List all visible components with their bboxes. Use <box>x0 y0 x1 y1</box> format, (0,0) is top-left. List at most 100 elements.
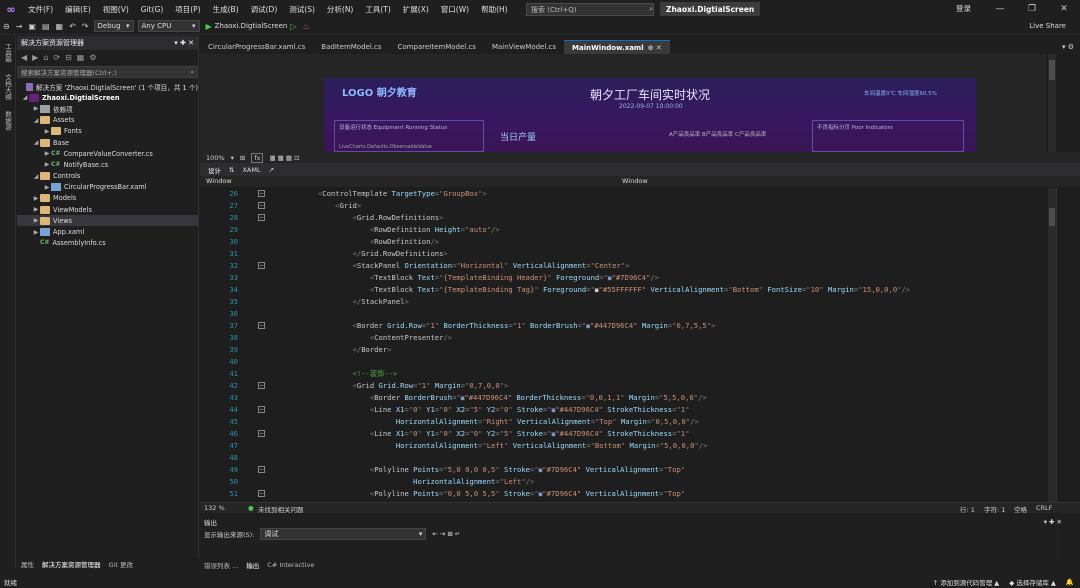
search-input[interactable]: 搜索 (Ctrl+Q) ⌕ <box>526 3 654 16</box>
fold-toggle-icon[interactable]: − <box>258 322 265 329</box>
fold-toggle-icon[interactable]: − <box>258 430 265 437</box>
grid-icon[interactable]: ⊞ <box>240 154 245 162</box>
xaml-view-tab[interactable]: XAML <box>242 166 260 174</box>
menu-item[interactable]: 文件(F) <box>22 4 59 15</box>
fold-toggle-icon[interactable]: − <box>258 382 265 389</box>
code-editor[interactable]: 26 27 28 29 30 31 32 33 34 35 36 37 38 39 40 41 42 43 44 45… <box>200 188 1046 502</box>
back-icon[interactable]: ◀ <box>21 53 27 62</box>
chevron-down-icon[interactable]: ▾ <box>231 154 234 162</box>
design-view-tab[interactable]: 设计 <box>208 165 221 175</box>
expand-icon[interactable]: ▶ <box>43 150 51 157</box>
menu-item[interactable]: 扩展(X) <box>397 4 435 15</box>
collapse-icon[interactable]: ⊟ <box>65 53 72 62</box>
designer-zoom[interactable]: 100% <box>206 154 225 162</box>
restore-icon[interactable]: ❐ <box>1016 4 1048 14</box>
tree-item[interactable]: ▶ C# CompareValueConverter.cs <box>17 148 198 159</box>
data-sources-tab[interactable]: 数据源 <box>3 107 13 135</box>
show-all-icon[interactable]: ▦ <box>77 53 85 62</box>
fold-toggle-icon[interactable]: − <box>258 214 265 221</box>
tree-item[interactable]: ▶ Views <box>17 215 198 227</box>
error-list-tab[interactable]: 错误列表 ... <box>204 560 238 570</box>
platform-dropdown[interactable]: Any CPU ▾ <box>137 20 200 32</box>
hot-reload-icon[interactable]: ♨ <box>299 22 312 31</box>
save-icon[interactable]: ▤ <box>39 22 53 31</box>
new-project-icon[interactable]: ▣ <box>25 22 39 31</box>
eol-indicator[interactable]: CRLF <box>1036 504 1052 512</box>
forward-icon[interactable]: ▶ <box>32 53 38 62</box>
designer-scroll-thumb[interactable] <box>1049 60 1055 80</box>
expand-icon[interactable]: ▶ <box>43 184 51 191</box>
tree-item[interactable]: ▶ ViewModels <box>17 204 198 215</box>
swap-icon[interactable]: ⇅ <box>229 166 234 174</box>
fold-toggle-icon[interactable]: − <box>258 190 265 197</box>
vs-logo-icon[interactable]: ∞ <box>0 0 22 18</box>
menu-item[interactable]: 编辑(E) <box>59 4 97 15</box>
menu-item[interactable]: 视图(V) <box>97 4 135 15</box>
expand-icon[interactable]: ▶ <box>32 229 40 236</box>
expand-icon[interactable]: ◢ <box>21 94 29 101</box>
live-share-button[interactable]: Live Share <box>1029 22 1066 30</box>
expand-icon[interactable]: ▶ <box>32 206 40 213</box>
code-scroll-thumb[interactable] <box>1049 208 1055 226</box>
tab-overflow-icon[interactable]: ▾ ⚙ <box>1062 43 1074 51</box>
tree-item[interactable]: C# AssemblyInfo.cs <box>17 238 198 249</box>
expand-icon[interactable]: ▶ <box>32 217 40 224</box>
doc-tab[interactable]: CompareItemModel.cs <box>390 40 484 54</box>
tree-item[interactable]: ▶ 依赖项 <box>17 103 198 114</box>
properties-tab[interactable]: 属性 <box>17 559 38 569</box>
solution-explorer-tab[interactable]: 解决方案资源管理器 <box>38 559 105 569</box>
expand-icon[interactable]: ◢ <box>32 139 40 146</box>
tree-item[interactable]: ▶ Fonts <box>17 126 198 137</box>
fold-toggle-icon[interactable]: − <box>258 202 265 209</box>
expand-icon[interactable]: ▶ <box>32 105 40 112</box>
doc-tab[interactable]: MainWindow.xaml ⊕ ✕ <box>564 40 670 54</box>
sync-icon[interactable]: ⟳ <box>53 53 60 62</box>
add-source-control-button[interactable]: ↑ 添加到源代码管理 ▲ <box>933 577 1000 587</box>
run-button[interactable]: ▶ Zhaoxi.DigtialScreen <box>206 22 288 31</box>
crumb-left[interactable]: Window <box>206 177 232 185</box>
tree-item[interactable]: ▶ App.xaml <box>17 226 198 237</box>
expand-icon[interactable]: ▶ <box>43 161 51 168</box>
fold-toggle-icon[interactable]: − <box>258 490 265 497</box>
menu-item[interactable]: 项目(P) <box>169 4 206 15</box>
login-button[interactable]: 登录 <box>956 3 971 14</box>
menu-item[interactable]: 生成(B) <box>207 4 245 15</box>
designer-scrollbar[interactable] <box>1048 54 1056 152</box>
back-icon[interactable]: ⊖ <box>0 22 13 31</box>
csharp-interactive-tab[interactable]: C# Interactive <box>267 561 314 569</box>
fold-toggle-icon[interactable]: − <box>258 406 265 413</box>
code-scrollbar[interactable] <box>1048 188 1056 502</box>
fold-toggle-icon[interactable]: − <box>258 262 265 269</box>
expand-icon[interactable]: ◢ <box>32 117 40 124</box>
menu-item[interactable]: 工具(T) <box>359 4 396 15</box>
expand-icon[interactable]: ▶ <box>32 195 40 202</box>
minimize-icon[interactable]: — <box>984 4 1016 14</box>
menu-item[interactable]: 分析(N) <box>321 4 359 15</box>
issues-status[interactable]: 未找到相关问题 <box>258 504 304 514</box>
menu-item[interactable]: Git(G) <box>135 5 170 14</box>
fold-toggle-icon[interactable]: − <box>258 466 265 473</box>
output-tab[interactable]: 输出 <box>246 560 259 570</box>
close-icon[interactable]: ▾ ✚ ✕ <box>1044 518 1062 526</box>
close-icon[interactable]: ✕ <box>1048 4 1080 14</box>
menu-item[interactable]: 测试(S) <box>283 4 321 15</box>
solution-search-input[interactable]: 搜索解决方案资源管理器(Ctrl+;) ⌕ <box>17 66 198 78</box>
pin-icon[interactable]: ▾ ✚ ✕ <box>174 39 194 47</box>
crumb-right[interactable]: Window <box>622 177 648 185</box>
editor-zoom[interactable]: 132 % <box>204 504 225 512</box>
tree-item[interactable]: ◢ Base <box>17 137 198 148</box>
save-all-icon[interactable]: ▦ <box>53 22 67 31</box>
redo-icon[interactable]: ↷ <box>79 22 92 31</box>
close-icon[interactable]: ⊕ ✕ <box>648 44 662 52</box>
expand-icon[interactable]: ◢ <box>32 173 40 180</box>
settings-icon[interactable]: ⚙ <box>89 53 96 62</box>
whitespace-indicator[interactable]: 空格 <box>1014 504 1027 514</box>
undo-icon[interactable]: ↶ <box>66 22 79 31</box>
menu-item[interactable]: 帮助(H) <box>475 4 514 15</box>
output-source-dropdown[interactable]: 调试 ▾ <box>260 528 427 540</box>
document-outline-tab[interactable]: 文档大纲 <box>3 70 13 104</box>
home-icon[interactable]: ⌂ <box>43 53 48 62</box>
doc-tab[interactable]: MainViewModel.cs <box>484 40 564 54</box>
effects-toggle[interactable]: fx <box>251 152 264 163</box>
select-repo-button[interactable]: ◆ 选择存储库 ▲ <box>1009 577 1056 587</box>
